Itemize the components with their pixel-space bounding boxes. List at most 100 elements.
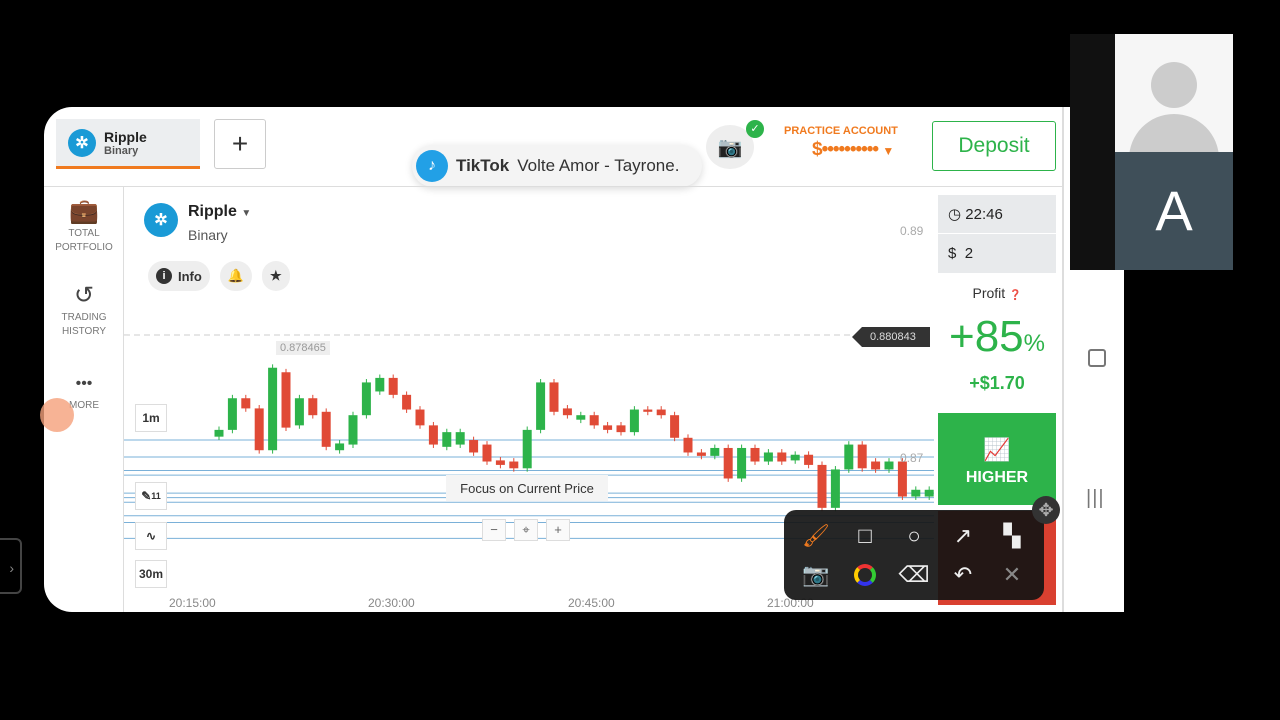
candle [924,489,934,497]
person-head-icon [1151,62,1197,108]
candle [522,429,532,469]
candle [844,444,854,470]
candle [589,415,599,426]
history-icon: ↺ [73,282,95,309]
candle [214,429,224,437]
x-tick: 20:45:00 [568,596,615,610]
rectangle-icon[interactable]: □ [847,518,883,554]
price-marker: 0.878465 [276,341,330,355]
candle [281,372,291,428]
zoom-out-button[interactable]: − [482,519,506,541]
back-button[interactable]: › [0,538,22,594]
menu-lines-icon[interactable]: ||| [1086,487,1105,510]
more-icon: ••• [75,375,93,392]
candle [911,489,921,497]
candle [268,367,278,451]
ripple-logo-icon: ✲ [68,128,96,157]
candle [871,461,881,470]
add-tab-button[interactable]: + [214,119,266,169]
candle [683,437,693,453]
trend-up-icon: 📈 [983,437,1011,462]
label: TOTAL [68,228,100,239]
candle [763,452,773,462]
candle [817,464,827,508]
tool-badge: 11 [151,491,161,501]
tiktok-icon: ♪ [416,150,448,182]
candle [777,452,787,462]
candle [536,382,546,430]
trade-params: ◷ 22:46 $ 2 [938,195,1056,273]
pencil-icon[interactable]: ✎ 11 [135,482,167,510]
color-picker-icon[interactable] [847,557,883,593]
deposit-button[interactable]: Deposit [932,121,1056,171]
candle [723,447,733,479]
candle [482,444,492,462]
candle [227,398,237,430]
pct-sign: % [1023,330,1045,357]
timeframe-button[interactable]: 1m [135,404,167,432]
drawing-toolbar: 🖌 □ ○ ↗ ▚ 📷 ⌫ ↶ ✕ [784,510,1044,600]
circle-icon[interactable]: ○ [896,518,932,554]
profit-amount: +$1.70 [969,373,1025,393]
close-icon[interactable]: ✕ [994,557,1030,593]
account-balance[interactable]: $•••••••••• ▼ [812,139,894,161]
x-tick: 20:30:00 [368,596,415,610]
candle [509,461,519,469]
move-icon[interactable]: ✥ [1032,496,1060,524]
current-price-tag: 0.880843 [852,327,930,347]
mosaic-icon[interactable]: ▚ [994,518,1030,554]
candle [455,432,465,445]
candle [830,469,840,508]
chevron-down-icon: ▼ [882,144,894,158]
indicator-icon[interactable]: ∿ [135,522,167,550]
candle [549,382,559,412]
candle-size-button[interactable]: 30m [135,560,167,588]
sidebar-item-portfolio[interactable]: 💼 TOTAL PORTFOLIO [44,197,124,255]
candle [629,409,639,433]
candle [308,398,318,416]
person-body-icon [1129,114,1219,152]
candle [442,432,452,447]
account-label[interactable]: PRACTICE ACCOUNT [784,125,898,137]
candle [790,454,800,461]
candle [750,447,760,462]
sidebar-item-history[interactable]: ↺ TRADING HISTORY [44,281,124,339]
undo-icon[interactable]: ↶ [945,557,981,593]
y-tick: 0.89 [900,224,924,238]
screenshot-icon[interactable]: 📷 [798,557,834,593]
candle [804,454,814,465]
asset-tab-ripple[interactable]: ✲ Ripple Binary [56,119,200,169]
amount-field[interactable]: $ 2 [938,234,1056,273]
recents-button[interactable] [1088,349,1106,367]
eraser-icon[interactable]: ⌫ [896,557,932,593]
notification-toast[interactable]: ♪ TikTok Volte Amor - Tayrone. [412,145,702,187]
candle [897,461,907,497]
label: HISTORY [61,326,107,337]
higher-button[interactable]: 📈 HIGHER [938,413,1056,505]
brush-icon[interactable]: 🖌 [798,518,834,554]
profit-label: Profit ❓ [938,285,1056,301]
candle [321,411,331,447]
record-icon[interactable] [40,398,74,432]
candle [656,409,666,416]
check-icon: ✓ [746,120,764,138]
crosshair-button[interactable]: ⌖ [514,519,538,541]
zoom-in-button[interactable]: + [546,519,570,541]
expiry-time-field[interactable]: ◷ 22:46 [938,195,1056,234]
tab-title: Ripple [104,128,147,145]
candle [241,398,251,409]
candle [710,447,720,456]
candle [857,444,867,469]
x-tick: 20:15:00 [169,596,216,610]
candle [375,377,385,392]
candle [576,415,586,420]
arrow-icon[interactable]: ↗ [945,518,981,554]
clock-icon: ◷ [948,206,966,223]
help-icon[interactable]: ❓ [1009,290,1021,301]
participant-initial: A [1115,152,1233,270]
higher-label: HIGHER [965,469,1029,486]
tab-subtitle: Binary [104,144,139,157]
briefcase-icon: 💼 [69,198,99,225]
focus-current-price-button[interactable]: Focus on Current Price [446,475,608,501]
candle [737,447,747,479]
